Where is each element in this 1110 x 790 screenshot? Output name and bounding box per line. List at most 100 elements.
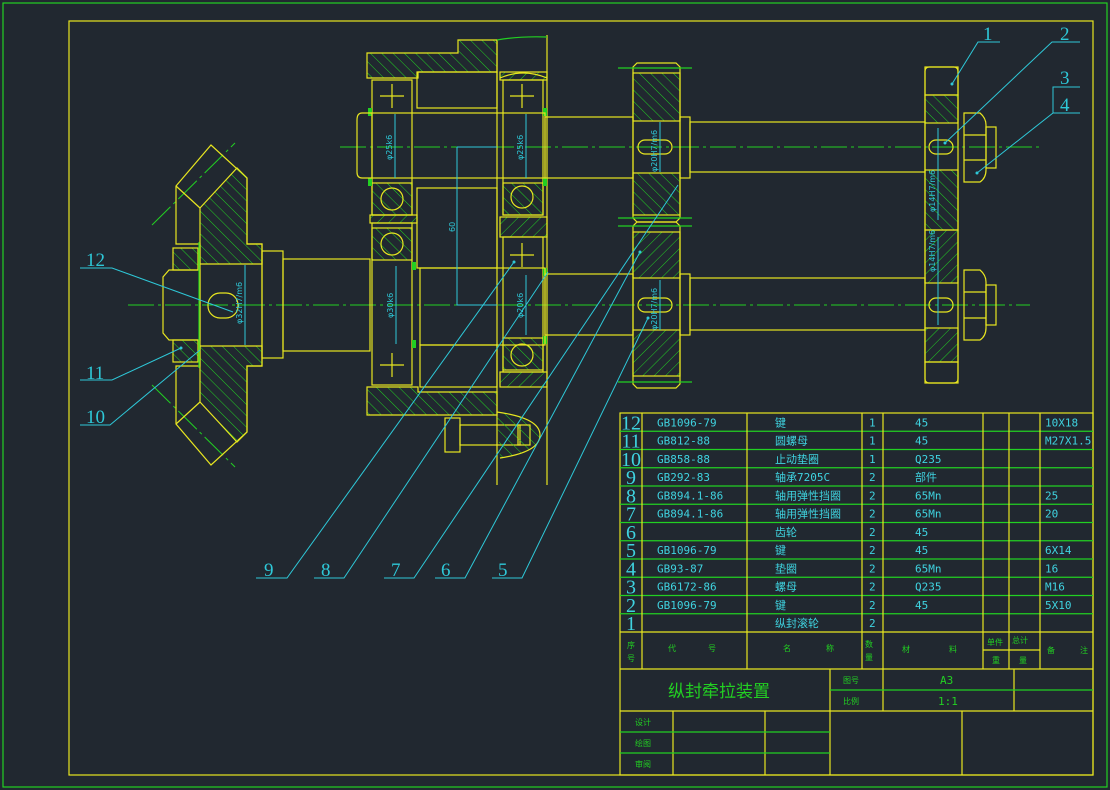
cell-code: GB1096-79 — [657, 416, 717, 429]
header-qty-1: 数 — [865, 639, 873, 649]
cell-remark: M16 — [1045, 581, 1065, 594]
cell-code: GB1096-79 — [657, 599, 717, 612]
cell-name: 轴承7205C — [775, 470, 830, 484]
header-code-2: 号 — [708, 644, 716, 653]
cell-name: 垫圈 — [775, 561, 797, 575]
cell-no: 1 — [626, 613, 636, 635]
balloon-6: 6 — [441, 560, 451, 581]
cell-qty: 2 — [869, 562, 876, 575]
dim-phi14H7m6-upper: φ14H7/m6 — [928, 170, 937, 212]
balloon-2: 2 — [1060, 24, 1070, 45]
balloon-12: 12 — [86, 250, 105, 271]
cell-qty: 2 — [869, 508, 876, 521]
cell-code: GB1096-79 — [657, 544, 717, 557]
cell-name: 键 — [775, 543, 786, 557]
cell-qty: 2 — [869, 471, 876, 484]
cell-material: 45 — [915, 599, 928, 612]
center-lines — [128, 142, 1040, 468]
balloon-8: 8 — [321, 560, 331, 581]
cell-code: GB894.1-86 — [657, 508, 723, 521]
cell-material: 部件 — [915, 470, 937, 484]
cell-remark: 25 — [1045, 489, 1058, 502]
cell-material: 45 — [915, 435, 928, 448]
cell-code: GB894.1-86 — [657, 489, 723, 502]
gears — [618, 62, 692, 389]
dim-phi25k6-right: φ25k6 — [516, 135, 525, 160]
header-seq-2: 号 — [627, 654, 635, 663]
cell-remark: 16 — [1045, 562, 1058, 575]
dim-center-distance: 60 — [448, 222, 457, 232]
cell-remark: 10X18 — [1045, 416, 1078, 429]
cell-material: 65Mn — [915, 489, 942, 502]
header-weight-1: 重 — [992, 655, 1000, 665]
drawing-title: 纵封牵拉装置 — [668, 682, 770, 702]
cell-qty: 2 — [869, 599, 876, 612]
header-remark-2: 注 — [1080, 645, 1088, 655]
header-remark-1: 备 — [1047, 645, 1055, 655]
balloon-1: 1 — [983, 24, 993, 45]
drawing-no-label: 图号 — [843, 676, 859, 685]
drawing-no-value: A3 — [940, 674, 953, 687]
cell-code: GB858-88 — [657, 453, 710, 466]
cell-qty: 2 — [869, 617, 876, 630]
cell-material: Q235 — [915, 581, 942, 594]
cell-code: GB6172-86 — [657, 581, 717, 594]
cell-name: 螺母 — [775, 581, 797, 594]
dim-phi20k6: φ20k6 — [516, 293, 525, 318]
cell-code: GB93-87 — [657, 562, 703, 575]
drafting-label: 绘图 — [635, 738, 651, 748]
cell-remark: 5X10 — [1045, 599, 1072, 612]
header-name-2: 称 — [826, 643, 834, 653]
dimensions: φ25k6 φ25k6 60 φ30k6 φ20k6 φ20H7/m6 φ20H… — [235, 114, 939, 345]
cell-name: 纵封滚轮 — [775, 616, 819, 630]
cell-material: 45 — [915, 544, 928, 557]
balloon-7: 7 — [391, 560, 401, 581]
dim-phi32H7m6: φ32H7/m6 — [235, 282, 244, 324]
cell-remark: 20 — [1045, 508, 1058, 521]
header-material-1: 材 — [902, 644, 910, 654]
header-weight-2: 量 — [1019, 656, 1027, 665]
cell-qty: 2 — [869, 526, 876, 539]
cell-material: Q235 — [915, 453, 942, 466]
title-block: 纵封牵拉装置 图号 A3 比例 1:1 设计 绘图 审阅 — [620, 669, 1093, 775]
cell-material: 65Mn — [915, 562, 942, 575]
cell-name: 齿轮 — [775, 525, 797, 539]
design-label: 设计 — [635, 717, 651, 727]
header-qty-2: 量 — [865, 653, 873, 662]
header-name-1: 名 — [783, 643, 791, 653]
balloon-10: 10 — [86, 407, 105, 428]
cell-code: GB292-83 — [657, 471, 710, 484]
dim-phi30k6: φ30k6 — [386, 293, 395, 318]
cell-name: 轴用弹性挡圈 — [775, 507, 841, 521]
header-total: 总计 — [1012, 635, 1028, 645]
cell-qty: 2 — [869, 489, 876, 502]
cell-remark: 6X14 — [1045, 544, 1072, 557]
dim-phi20H7m6-lower: φ20H7/m6 — [650, 288, 659, 330]
cell-name: 圆螺母 — [775, 435, 808, 448]
parts-table: 12 GB1096-79 键 1 45 10X1811 GB812-88 圆螺母 1 45 M27X… — [619, 412, 1094, 776]
dim-phi20H7m6-upper: φ20H7/m6 — [650, 130, 659, 172]
cad-drawing: φ25k6 φ25k6 60 φ30k6 φ20k6 φ20H7/m6 φ20H… — [2, 2, 1108, 788]
dim-phi25k6-left: φ25k6 — [385, 135, 394, 160]
bolt — [444, 411, 541, 459]
review-label: 审阅 — [635, 759, 651, 769]
balloon-3: 3 — [1060, 68, 1070, 89]
cell-name: 键 — [775, 598, 786, 612]
balloon-11: 11 — [86, 363, 104, 384]
balloon-4: 4 — [1060, 95, 1070, 116]
scale-value: 1:1 — [938, 695, 958, 708]
dim-phi14H7m6-lower: φ14H7/m6 — [928, 230, 937, 272]
sealing-rollers — [924, 66, 959, 384]
cell-remark: M27X1.5 — [1045, 435, 1091, 448]
cell-name: 键 — [775, 415, 786, 429]
cell-code: GB812-88 — [657, 435, 710, 448]
balloon-5: 5 — [498, 560, 508, 581]
cell-name: 止动垫圈 — [775, 452, 819, 466]
balloon-9: 9 — [264, 560, 274, 581]
cell-material: 65Mn — [915, 508, 942, 521]
header-material-2: 料 — [949, 644, 957, 654]
header-code-1: 代 — [668, 643, 676, 653]
cell-material: 45 — [915, 416, 928, 429]
cell-qty: 1 — [869, 435, 876, 448]
cell-qty: 1 — [869, 453, 876, 466]
